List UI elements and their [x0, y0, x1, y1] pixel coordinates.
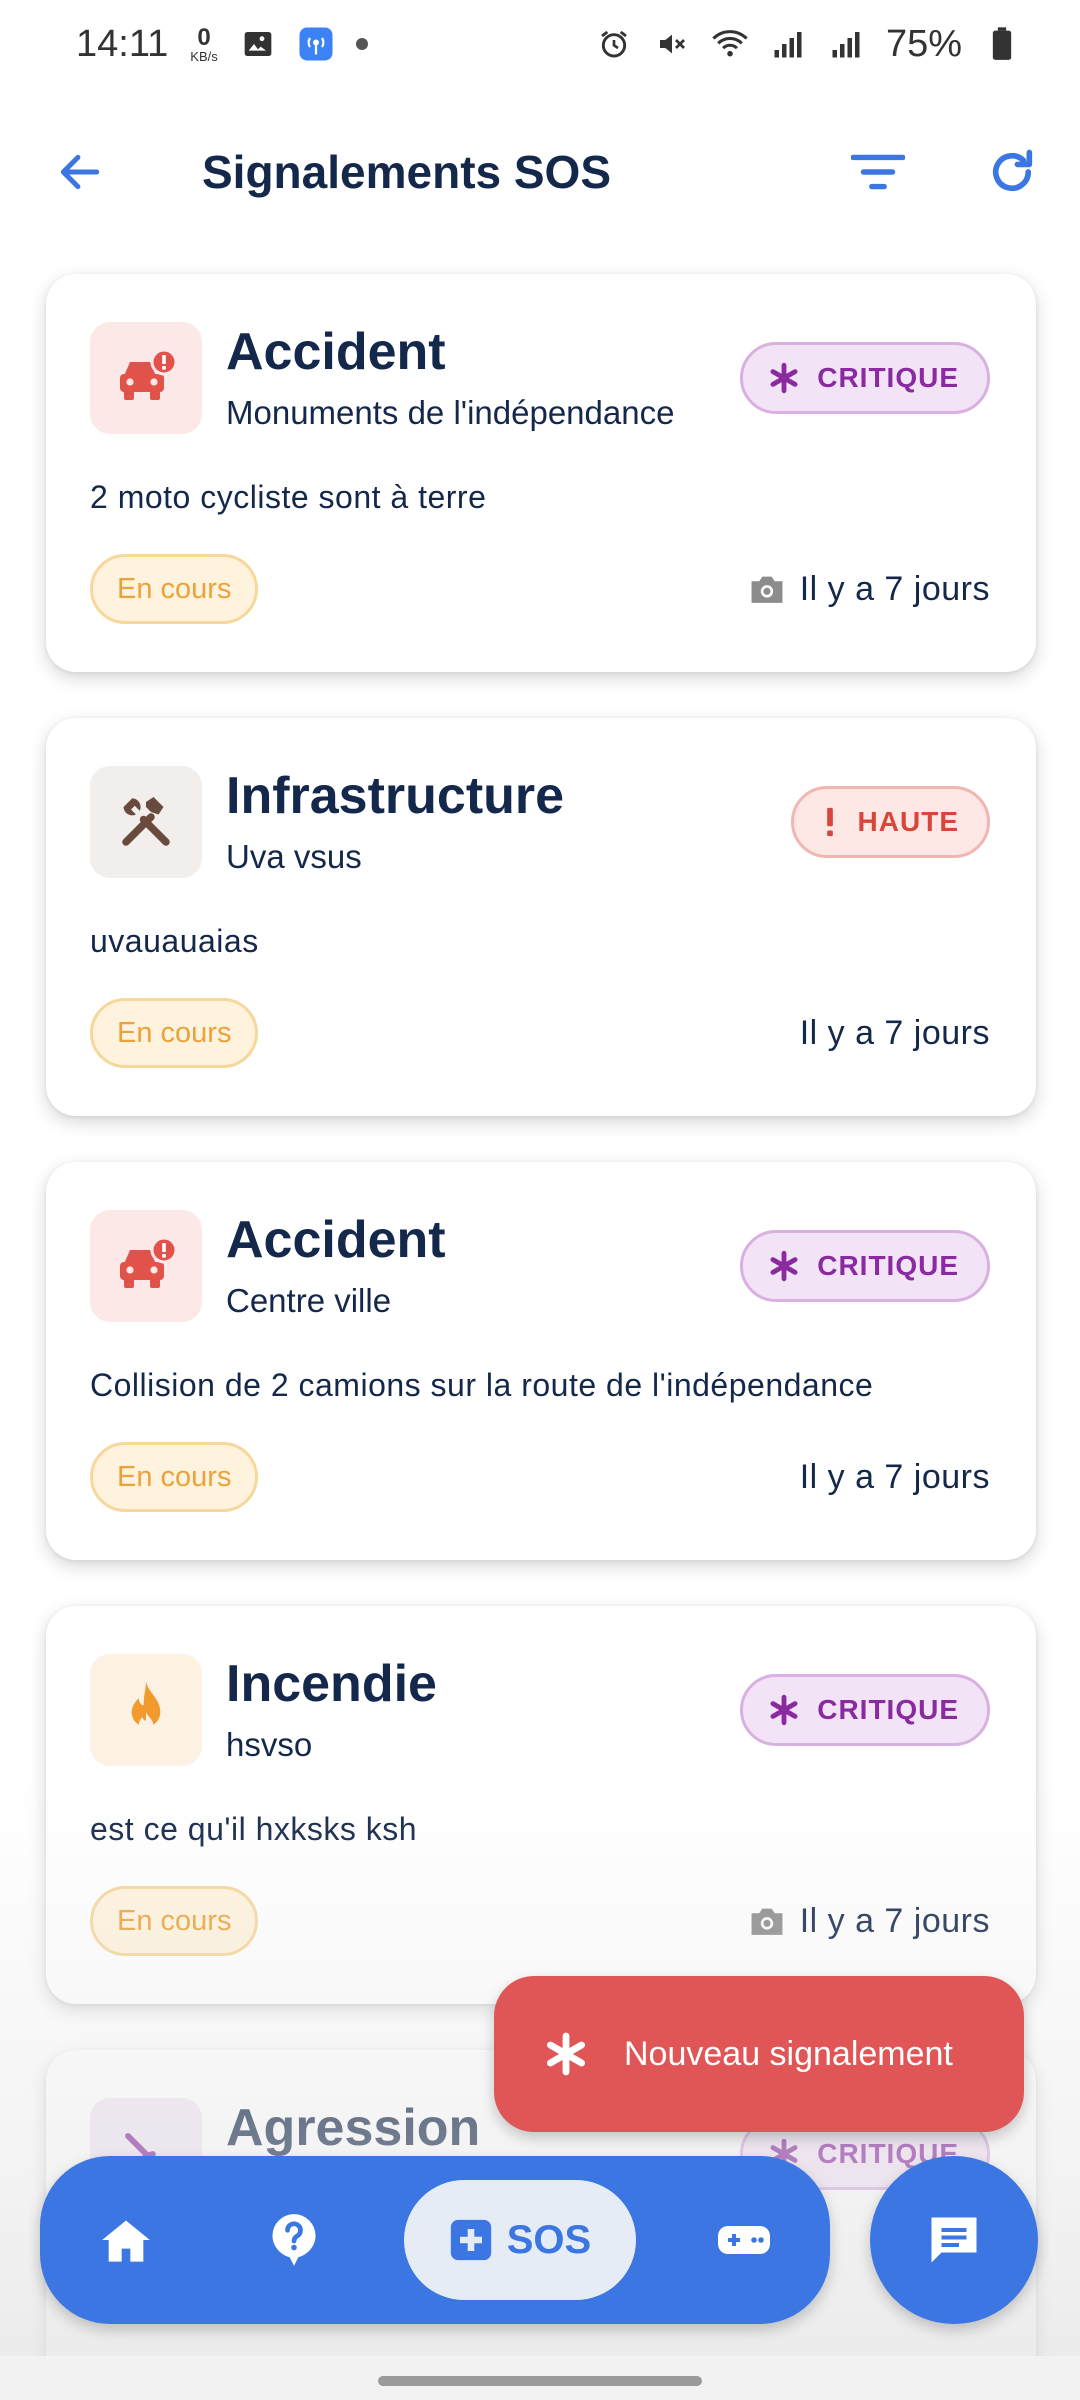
nav-home[interactable] — [84, 2198, 168, 2282]
refresh-button[interactable] — [980, 140, 1044, 204]
mute-icon — [654, 26, 690, 62]
asterisk-icon — [770, 1694, 798, 1726]
new-report-button[interactable]: Nouveau signalement — [494, 1976, 1024, 2132]
chat-icon — [931, 2217, 977, 2263]
status-chip: En cours — [90, 998, 259, 1068]
time-label: Il y a 7 jours — [799, 1013, 990, 1052]
time-label: Il y a 7 jours — [799, 569, 990, 608]
back-arrow-icon — [60, 154, 100, 190]
report-time: Il y a 7 jours — [748, 1896, 990, 1946]
sos-icon — [450, 2219, 491, 2261]
report-description: 2 moto cycliste sont à terre — [90, 479, 487, 515]
priority-label: CRITIQUE — [817, 1694, 959, 1725]
report-location: Monuments de l'indépendance — [226, 394, 675, 431]
priority-label: HAUTE — [857, 806, 959, 837]
bottom-nav: SOS — [40, 2156, 830, 2324]
wifi-icon — [712, 26, 748, 62]
status-chip: En cours — [90, 1442, 259, 1512]
nav-help[interactable] — [252, 2198, 336, 2282]
camera-icon — [751, 576, 783, 603]
notification-dot-icon — [355, 38, 368, 50]
report-category: Infrastructure — [226, 767, 565, 825]
priority-label: CRITIQUE — [817, 1250, 959, 1281]
report-location: Uva vsus — [226, 838, 362, 875]
report-category: Agression — [226, 2099, 481, 2157]
car-crash-icon — [90, 1210, 202, 1322]
net-speed-value: 0 — [197, 23, 211, 51]
battery-level: 75% — [885, 22, 962, 65]
camera-icon — [751, 1908, 783, 1935]
nav-games[interactable] — [702, 2198, 786, 2282]
exclamation-icon — [826, 807, 833, 837]
page-title: Signalements SOS — [202, 146, 612, 198]
app-bar: Signalements SOS — [0, 88, 1080, 256]
back-button[interactable] — [48, 140, 112, 204]
gamepad-icon — [718, 2226, 770, 2254]
report-time: Il y a 7 jours — [748, 564, 990, 614]
asterisk-icon — [770, 362, 798, 394]
asterisk-icon — [547, 2032, 585, 2076]
net-speed: 0 KB/s — [190, 23, 218, 64]
priority-badge: CRITIQUE — [740, 342, 990, 414]
report-location: hsvso — [226, 1726, 313, 1763]
time-label: Il y a 7 jours — [799, 1457, 990, 1496]
nav-sos[interactable]: SOS — [404, 2180, 636, 2300]
alarm-icon — [596, 26, 632, 62]
gesture-area — [0, 2356, 1080, 2400]
fire-icon — [90, 1654, 202, 1766]
status-chip: En cours — [90, 1886, 259, 1956]
net-speed-unit: KB/s — [190, 48, 218, 64]
status-chip: En cours — [90, 554, 259, 624]
report-category: Accident — [226, 323, 446, 381]
report-card[interactable]: Accident Monuments de l'indépendance CRI… — [46, 274, 1036, 672]
signal-icon — [828, 26, 864, 62]
new-report-label: Nouveau signalement — [624, 2034, 953, 2073]
time-label: Il y a 7 jours — [799, 1901, 990, 1940]
tools-icon — [90, 766, 202, 878]
report-location: Centre ville — [226, 1282, 392, 1319]
filter-icon — [851, 154, 905, 190]
report-description: uvauauaias — [90, 923, 259, 959]
report-description: Collision de 2 camions sur la route de l… — [90, 1367, 874, 1403]
refresh-icon — [992, 149, 1033, 192]
status-bar: 14:11 0 KB/s 75% — [0, 0, 1080, 88]
help-icon — [272, 2214, 316, 2266]
car-crash-icon — [90, 322, 202, 434]
hotspot-icon — [298, 26, 334, 62]
priority-label: CRITIQUE — [817, 362, 959, 393]
report-card[interactable]: Infrastructure Uva vsus HAUTE uvauauaias… — [46, 718, 1036, 1116]
status-time: 14:11 — [76, 22, 169, 65]
filter-button[interactable] — [844, 140, 912, 204]
image-icon — [240, 26, 276, 62]
priority-badge: CRITIQUE — [740, 1230, 990, 1302]
home-icon — [102, 2220, 150, 2262]
chat-button[interactable] — [870, 2156, 1038, 2324]
report-category: Accident — [226, 1211, 446, 1269]
nav-sos-label: SOS — [506, 2217, 592, 2262]
report-card[interactable]: Incendie hsvso CRITIQUE est ce qu'il hxk… — [46, 1606, 1036, 2004]
priority-badge: CRITIQUE — [740, 1674, 990, 1746]
signal-icon — [770, 26, 806, 62]
report-time: Il y a 7 jours — [800, 1008, 990, 1058]
report-time: Il y a 7 jours — [800, 1452, 990, 1502]
asterisk-icon — [770, 1250, 798, 1282]
battery-icon — [984, 26, 1020, 62]
report-description: est ce qu'il hxksks ksh — [90, 1811, 418, 1847]
report-card[interactable]: Accident Centre ville CRITIQUE Collision… — [46, 1162, 1036, 1560]
priority-badge: HAUTE — [790, 786, 990, 858]
gesture-handle[interactable] — [378, 2376, 702, 2386]
report-category: Incendie — [226, 1655, 437, 1713]
